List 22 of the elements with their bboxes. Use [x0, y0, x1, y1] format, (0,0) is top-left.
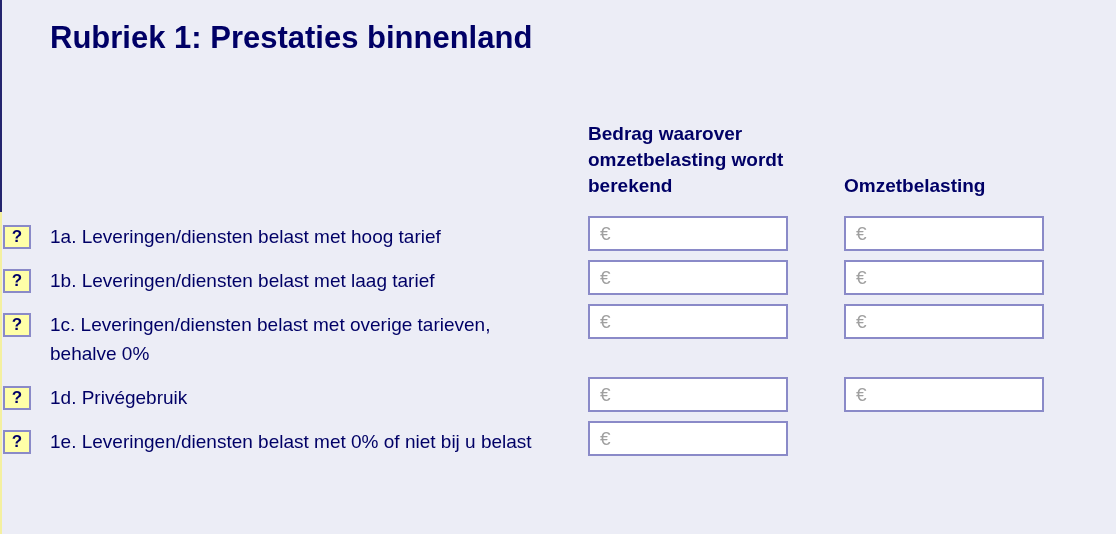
- help-button[interactable]: ?: [3, 430, 31, 454]
- help-button[interactable]: ?: [3, 313, 31, 337]
- row-label: 1b. Leveringen/diensten belast met laag tarief: [50, 269, 436, 293]
- amount-field[interactable]: €: [588, 377, 788, 412]
- row-label: 1d. Privégebruik: [50, 386, 189, 410]
- amount-field[interactable]: €: [844, 216, 1044, 251]
- amount-field[interactable]: €: [588, 421, 788, 456]
- amount-field[interactable]: €: [588, 260, 788, 295]
- amount-field[interactable]: €: [844, 377, 1044, 412]
- column-header: Omzetbelasting: [844, 174, 987, 198]
- amount-field[interactable]: €: [844, 304, 1044, 339]
- section-title: Rubriek 1: Prestaties binnenland: [49, 19, 534, 57]
- column-header: Bedrag waarover omzetbelasting wordt berekend: [588, 122, 785, 198]
- row-label: 1a. Leveringen/diensten belast met hoog tarief: [50, 225, 442, 249]
- help-button[interactable]: ?: [3, 225, 31, 249]
- row-label: 1e. Leveringen/diensten belast met 0% of niet bij u belast: [50, 430, 533, 454]
- amount-field[interactable]: €: [588, 304, 788, 339]
- help-button[interactable]: ?: [3, 269, 31, 293]
- help-button[interactable]: ?: [3, 386, 31, 410]
- amount-field[interactable]: €: [588, 216, 788, 251]
- row-label: 1c. Leveringen/diensten belast met overige tarieven, behalve 0%: [50, 313, 492, 366]
- amount-field[interactable]: €: [844, 260, 1044, 295]
